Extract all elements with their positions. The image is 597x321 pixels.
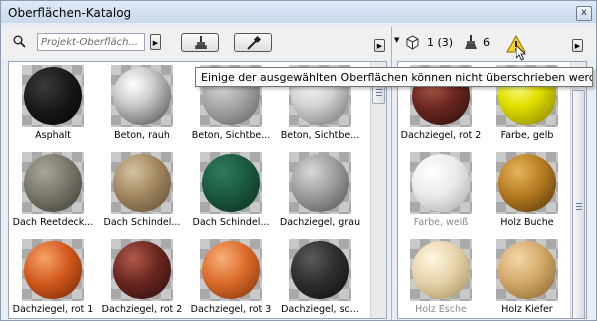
surface-sphere-preview — [412, 154, 470, 212]
surface-label: Dachziegel, rot 2 — [400, 130, 482, 141]
surface-label: Dachziegel, rot 2 — [101, 304, 183, 315]
surface-label: Beton, rauh — [114, 130, 170, 141]
search-options-button[interactable]: ▶ — [150, 34, 161, 50]
surface-catalog-window: Oberflächen-Katalog x Projekt-Oberfläch.… — [0, 0, 597, 321]
surface-label: Dach Schindel... — [192, 217, 270, 228]
left-pane-menu-button[interactable]: ▶ — [374, 39, 385, 52]
surface-thumbnail — [496, 239, 558, 301]
surface-tile[interactable]: Holz Esche — [398, 236, 485, 318]
surface-sphere-preview — [113, 241, 171, 299]
right-scrollbar[interactable] — [570, 62, 586, 318]
surface-tile[interactable]: Beton, rauh — [98, 62, 186, 148]
surface-label: Holz Kiefer — [501, 304, 553, 315]
surface-thumbnail — [111, 239, 173, 301]
surface-label: Dach Schindel... — [103, 217, 181, 228]
search-icon[interactable] — [13, 35, 26, 51]
surface-thumbnail — [410, 239, 472, 301]
surface-label: Dachziegel, sc... — [281, 304, 359, 315]
dropdown-arrow-icon[interactable]: ▼ — [394, 36, 399, 44]
surface-thumbnail — [289, 239, 351, 301]
cube-icon — [405, 35, 420, 53]
surface-thumbnail — [410, 152, 472, 214]
surface-tile[interactable]: Dachziegel, rot 3 — [187, 236, 275, 318]
surface-thumbnail — [200, 239, 262, 301]
search-input[interactable]: Projekt-Oberfläch... — [37, 33, 145, 51]
left-scrollbar[interactable]: ▲ — [370, 62, 386, 318]
surface-label: Beton, Sichtbe... — [191, 130, 271, 141]
surface-tile[interactable]: Farbe, weiß — [398, 149, 485, 235]
surface-label: Dachziegel, grau — [279, 217, 361, 228]
arrow-right-icon: ▶ — [574, 42, 581, 50]
brush-icon — [195, 36, 207, 49]
surface-tile[interactable]: Dach Reetdeck... — [9, 149, 97, 235]
surface-tile[interactable]: Dach Schindel... — [187, 149, 275, 235]
left-surface-pane: Asphalt Beton, rauh Beton, Sichtbe... Beton… — [8, 61, 387, 319]
right-pane-menu-button[interactable]: ▶ — [572, 39, 583, 52]
surface-thumbnail — [22, 152, 84, 214]
surface-label: Farbe, gelb — [500, 130, 554, 141]
surface-thumbnail — [111, 65, 173, 127]
eyedropper-tool-button[interactable] — [234, 33, 272, 52]
surface-thumbnail — [111, 152, 173, 214]
arrow-right-icon: ▶ — [376, 42, 383, 50]
surface-sphere-preview — [291, 241, 349, 299]
surface-sphere-preview — [113, 67, 171, 125]
surface-label: Farbe, weiß — [413, 217, 469, 228]
surface-tile[interactable]: Dachziegel, grau — [276, 149, 364, 235]
right-scroll-thumb[interactable] — [572, 90, 585, 318]
surface-tile[interactable]: Asphalt — [9, 62, 97, 148]
surface-sphere-preview — [202, 241, 260, 299]
surface-tile[interactable]: Dachziegel, rot 2 — [98, 236, 186, 318]
surface-sphere-preview — [113, 154, 171, 212]
window-title: Oberflächen-Katalog — [8, 6, 132, 20]
surface-sphere-preview — [498, 154, 556, 212]
selected-count: 1 (3) — [427, 36, 454, 49]
surface-label: Dach Reetdeck... — [12, 217, 94, 228]
surface-sphere-preview — [412, 241, 470, 299]
surface-tile[interactable]: Dach Schindel... — [98, 149, 186, 235]
surface-thumbnail — [289, 152, 351, 214]
surface-thumbnail — [22, 65, 84, 127]
title-bar[interactable]: Oberflächen-Katalog x — [1, 1, 596, 25]
right-surface-pane: Dachziegel, rot 2 Farbe, gelb Farbe, weiß H… — [397, 61, 587, 319]
arrow-right-icon: ▶ — [152, 39, 159, 47]
surface-label: Asphalt — [35, 130, 71, 141]
surface-sphere-preview — [24, 241, 82, 299]
surface-thumbnail — [200, 152, 262, 214]
surface-label: Dachziegel, rot 1 — [12, 304, 94, 315]
warning-tooltip: Einige der ausgewählten Oberflächen könn… — [195, 67, 593, 87]
surface-thumbnail — [22, 239, 84, 301]
surface-thumbnail — [496, 152, 558, 214]
surface-label: Holz Buche — [500, 217, 554, 228]
surface-label: Beton, Sichtbe... — [280, 130, 360, 141]
surface-tile[interactable]: Dachziegel, rot 1 — [9, 236, 97, 318]
surface-tile[interactable]: Holz Buche — [483, 149, 571, 235]
close-button[interactable]: x — [576, 6, 592, 21]
surface-sphere-preview — [202, 154, 260, 212]
eyedropper-icon — [247, 36, 262, 50]
brush-tool-button[interactable] — [181, 33, 219, 52]
surface-tile[interactable]: Dachziegel, sc... — [276, 236, 364, 318]
surface-sphere-preview — [498, 241, 556, 299]
surface-sphere-preview — [24, 154, 82, 212]
surface-sphere-preview — [24, 67, 82, 125]
surface-label: Holz Esche — [415, 304, 467, 315]
brush-count: 6 — [483, 36, 490, 49]
surface-label: Dachziegel, rot 3 — [190, 304, 272, 315]
surface-tile[interactable]: Holz Kiefer — [483, 236, 571, 318]
brush-icon — [463, 35, 479, 53]
surface-sphere-preview — [291, 154, 349, 212]
